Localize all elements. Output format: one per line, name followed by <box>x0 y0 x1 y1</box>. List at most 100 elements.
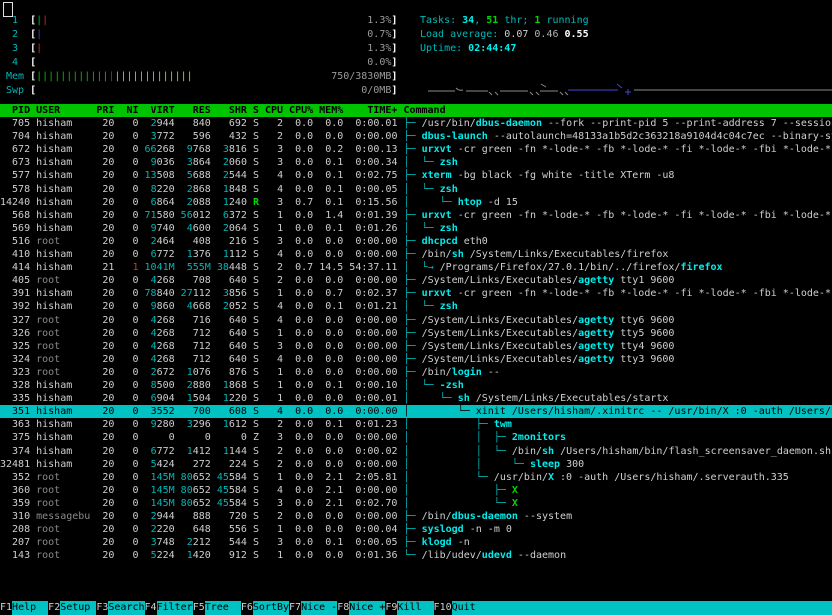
cell-mem-value: 372 <box>229 210 247 221</box>
cell-mem-value: 864 <box>157 197 175 208</box>
column-header-cpu[interactable]: CPU <box>265 105 289 116</box>
cell-command-args: tty6 9600 <box>614 315 674 326</box>
process-row-569[interactable]: 569 hisham 20 0 9740 4600 2064 S 1 0.0 0… <box>0 222 832 235</box>
column-header-s[interactable]: S <box>253 105 265 116</box>
process-row-360[interactable]: 360 root 20 0 145M 80652 45584 S 4 0.0 2… <box>0 484 832 497</box>
fkey-F1[interactable]: F1Help <box>0 601 48 615</box>
column-header-mem[interactable]: MEM% <box>319 105 349 116</box>
cell-mem-value: 80 <box>181 472 193 483</box>
fkey-F2[interactable]: F2Setup <box>48 601 96 615</box>
column-header-command[interactable]: Command <box>403 105 445 116</box>
fkey-F6[interactable]: F6SortBy <box>241 601 289 615</box>
process-row-568[interactable]: 568 hisham 20 0 71580 56012 6372 S 1 0.0… <box>0 209 832 222</box>
fkey-F10[interactable]: F10Quit <box>434 601 476 615</box>
column-header-shr[interactable]: SHR <box>217 105 253 116</box>
cell-command-path: /usr/bin/ <box>494 472 548 483</box>
cell-mem-value: 888 <box>181 511 211 522</box>
cell-nice: 0 <box>120 197 138 208</box>
process-row-672[interactable]: 672 hisham 20 0 66268 9768 3816 S 3 0.0 … <box>0 143 832 156</box>
process-row-363[interactable]: 363 hisham 20 0 9280 3296 1612 S 2 0.0 0… <box>0 418 832 431</box>
cell-command-path: /System/Links/Executables/ <box>422 328 579 339</box>
process-row-207[interactable]: 207 root 20 0 3748 2212 544 S 3 0.0 0.1 … <box>0 536 832 549</box>
tasks-summary-seg: 34 <box>462 15 474 26</box>
tree-branch: ├─ <box>404 511 422 522</box>
process-row-352[interactable]: 352 root 20 0 145M 80652 45584 S 1 0.0 2… <box>0 471 832 484</box>
column-header-user[interactable]: USER <box>36 105 96 116</box>
cell-pri: 20 <box>96 472 120 483</box>
process-row-32481[interactable]: 32481 hisham 20 0 5424 272 224 S 2 0.0 0… <box>0 458 832 471</box>
process-row-335[interactable]: 335 hisham 20 0 6904 1504 1220 S 1 0.0 0… <box>0 392 832 405</box>
column-header-res[interactable]: RES <box>181 105 217 116</box>
process-row-143[interactable]: 143 root 20 0 5224 1420 912 S 1 0.0 0.0 … <box>0 549 832 562</box>
cell-stats: 3 0.7 0.1 0:15.56 <box>259 197 404 208</box>
cell-mem-value: 268 <box>157 354 175 365</box>
process-row-327[interactable]: 327 root 20 0 4268 716 640 S 4 0.0 0.0 0… <box>0 314 832 327</box>
cell-user: hisham <box>36 249 96 260</box>
meter-bracket-close: ] <box>391 15 397 26</box>
meter-bracket-close: ] <box>391 57 397 68</box>
column-header-virt[interactable]: VIRT <box>145 105 181 116</box>
tree-branch: ├─ <box>404 118 422 129</box>
process-row-328[interactable]: 328 hisham 20 0 8500 2880 1868 S 1 0.0 0… <box>0 379 832 392</box>
cell-pid: 392 <box>0 301 36 312</box>
fkey-label-F3: Search <box>108 601 144 615</box>
cell-nice: 0 <box>120 184 138 195</box>
process-row-673[interactable]: 673 hisham 20 0 9036 3864 2060 S 3 0.0 0… <box>0 156 832 169</box>
cell-stats: 4 0.0 0.0 0:00.00 <box>259 354 404 365</box>
cell-mem-value: 268 <box>157 315 175 326</box>
cell-user: hisham <box>36 118 96 129</box>
load-average-seg: 0.46 <box>534 29 564 40</box>
process-row-14240[interactable]: 14240 hisham 20 0 6864 2088 1240 R 3 0.7… <box>0 196 832 209</box>
column-header-ni[interactable]: NI <box>120 105 144 116</box>
fkey-F3[interactable]: F3Search <box>96 601 144 615</box>
cell-stats: 3 0.0 0.1 0:00.05 <box>259 537 404 548</box>
cell-mem-value: 840 <box>181 118 211 129</box>
process-row-410[interactable]: 410 hisham 20 0 6772 1376 1112 S 4 0.0 0… <box>0 248 832 261</box>
process-row-324[interactable]: 324 root 20 0 4268 712 640 S 4 0.0 0.0 0… <box>0 353 832 366</box>
process-row-704[interactable]: 704 hisham 20 0 3772 596 432 S 2 0.0 0.0… <box>0 130 832 143</box>
cell-user: root <box>36 367 96 378</box>
cpu4-meter: 4 [ 0.0%] <box>0 56 832 69</box>
cell-pid: 705 <box>0 118 36 129</box>
process-row-359[interactable]: 359 root 20 0 145M 80652 45584 S 3 0.0 2… <box>0 497 832 510</box>
fkey-F8[interactable]: F8Nice + <box>337 601 385 615</box>
process-row-405[interactable]: 405 root 20 0 4268 708 640 S 2 0.0 0.0 0… <box>0 274 832 287</box>
cell-pid: 335 <box>0 393 36 404</box>
column-header-pri[interactable]: PRI <box>96 105 120 116</box>
column-header-time[interactable]: TIME+ <box>349 105 403 116</box>
process-row-705[interactable]: 705 hisham 20 0 2944 840 692 S 2 0.0 0.0… <box>0 117 832 130</box>
process-row-375[interactable]: 375 hisham 20 0 0 0 0 Z 3 0.0 0.0 0:00.0… <box>0 431 832 444</box>
process-row-323[interactable]: 323 root 20 0 2672 1076 876 S 1 0.0 0.0 … <box>0 366 832 379</box>
process-row-516[interactable]: 516 root 20 0 2464 408 216 S 3 0.0 0.0 0… <box>0 235 832 248</box>
process-row-310[interactable]: 310 messagebu 20 0 2944 888 720 S 2 0.0 … <box>0 510 832 523</box>
fkey-F5[interactable]: F5Tree <box>193 601 241 615</box>
cell-pid: 375 <box>0 432 36 443</box>
cell-pri: 20 <box>96 144 120 155</box>
cell-command-args: --autolaunch=48133a1b5d2c363218a9104d4c0… <box>488 131 832 142</box>
process-row-392[interactable]: 392 hisham 20 0 9860 4668 2052 S 4 0.0 0… <box>0 300 832 313</box>
cell-command-basename: syslogd <box>422 524 464 535</box>
fkey-F4[interactable]: F4Filter <box>145 601 193 615</box>
process-row-577[interactable]: 577 hisham 20 0 13508 5688 2544 S 4 0.0 … <box>0 169 832 182</box>
process-row-578[interactable]: 578 hisham 20 0 8220 2868 1848 S 4 0.0 0… <box>0 183 832 196</box>
cell-pid: 143 <box>0 550 36 561</box>
process-row-351[interactable]: 351 hisham 20 0 3552 700 608 S 4 0.0 0.0… <box>0 405 832 418</box>
process-row-208[interactable]: 208 root 20 0 2220 648 556 S 1 0.0 0.0 0… <box>0 523 832 536</box>
process-row-374[interactable]: 374 hisham 20 0 6772 1412 1144 S 2 0.0 0… <box>0 445 832 458</box>
process-row-326[interactable]: 326 root 20 0 4268 712 640 S 1 0.0 0.0 0… <box>0 327 832 340</box>
fkey-F7[interactable]: F7Nice - <box>289 601 337 615</box>
column-header-pid[interactable]: PID <box>0 105 36 116</box>
process-row-414[interactable]: 414 hisham 21 1 1041M 555M 38448 S 2 0.7… <box>0 261 832 274</box>
cell-mem-value: 944 <box>157 511 175 522</box>
process-row-325[interactable]: 325 root 20 0 4268 712 640 S 3 0.0 0.0 0… <box>0 340 832 353</box>
fkey-bar-fill <box>476 601 832 615</box>
process-row-391[interactable]: 391 hisham 20 0 78840 27112 3856 S 1 0.0… <box>0 287 832 300</box>
cell-nice: 0 <box>120 236 138 247</box>
cell-mem-value: 268 <box>157 341 175 352</box>
fkey-F9[interactable]: F9Kill <box>385 601 433 615</box>
cell-mem-value: 144 <box>229 446 247 457</box>
meter-bracket-close: ] <box>391 85 397 96</box>
cell-stats: 2 0.0 0.0 0:00.00 <box>259 511 404 522</box>
fkey-key-F7: F7 <box>289 601 301 615</box>
column-header-cpu[interactable]: CPU% <box>289 105 319 116</box>
